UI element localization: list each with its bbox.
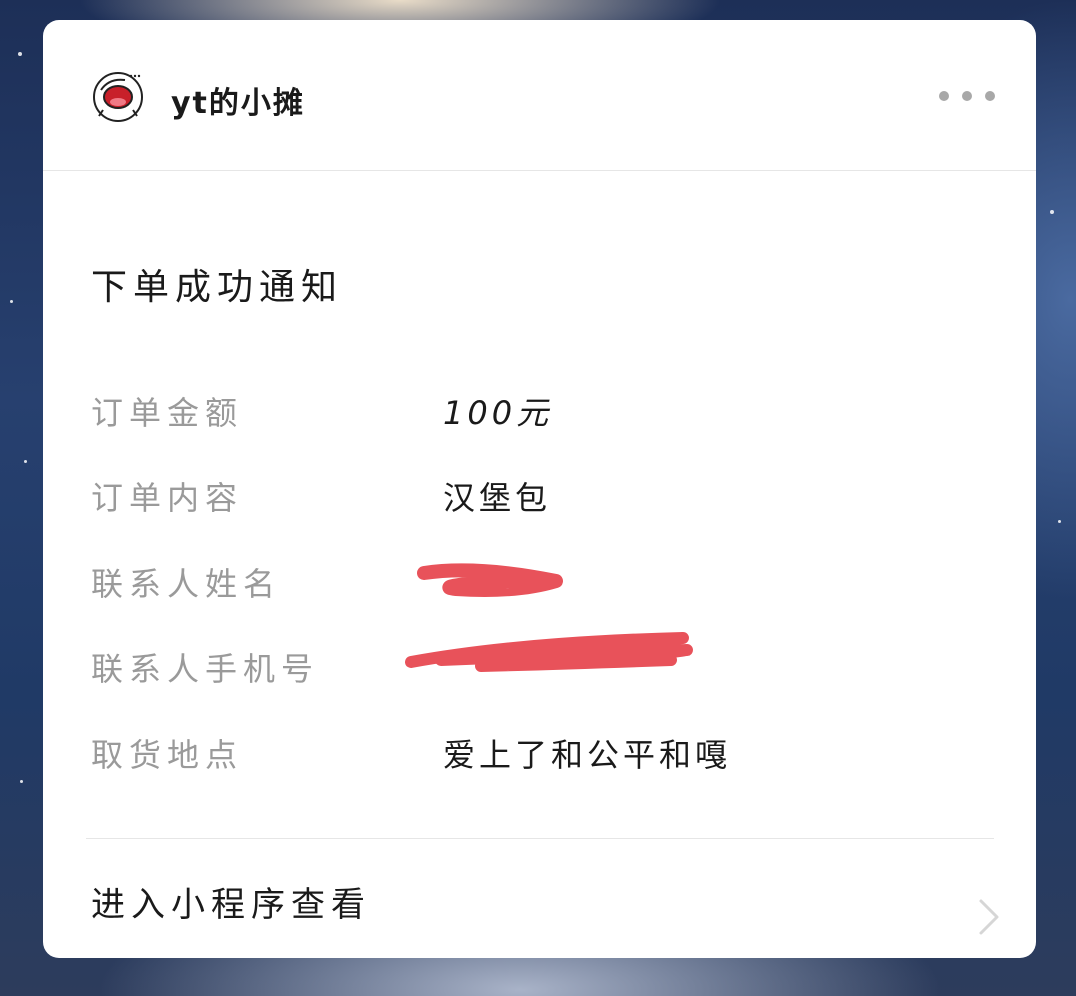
star-decoration — [1058, 520, 1061, 523]
field-value: 100元 — [443, 394, 553, 432]
more-options-button[interactable] — [939, 84, 995, 108]
star-decoration — [24, 460, 27, 463]
field-order-amount: 订单金额 100元 — [91, 388, 991, 438]
field-label: 取货地点 — [91, 736, 244, 774]
star-decoration — [10, 300, 13, 303]
chevron-right-icon — [979, 899, 999, 935]
open-mini-program-link[interactable]: 进入小程序查看 — [43, 839, 1036, 958]
field-contact-name: 联系人姓名 — [91, 559, 991, 609]
field-label: 订单内容 — [91, 479, 244, 517]
field-label: 订单金额 — [91, 394, 244, 432]
more-dots-icon — [985, 91, 995, 101]
more-dots-icon — [962, 91, 972, 101]
redaction-scribble — [405, 632, 693, 672]
star-decoration — [18, 52, 22, 56]
field-pickup-location: 取货地点 爱上了和公平和嘎 — [91, 730, 991, 780]
more-dots-icon — [939, 91, 949, 101]
cartoon-face-icon — [93, 72, 143, 122]
field-label: 联系人手机号 — [91, 650, 320, 688]
redaction-scribble — [417, 563, 563, 597]
star-decoration — [20, 780, 23, 783]
card-header: yt的小摊 — [43, 20, 1036, 171]
field-order-content: 订单内容 汉堡包 — [91, 473, 991, 523]
notification-card: yt的小摊 下单成功通知 订单金额 100元 订单内容 汉堡包 联系人姓名 联系… — [43, 20, 1036, 958]
open-mini-program-label: 进入小程序查看 — [91, 885, 371, 925]
field-contact-phone: 联系人手机号 — [91, 632, 991, 694]
notice-title: 下单成功通知 — [91, 267, 344, 308]
app-name: yt的小摊 — [171, 86, 305, 121]
avatar[interactable] — [91, 70, 145, 124]
star-decoration — [1050, 210, 1054, 214]
field-value: 爱上了和公平和嘎 — [443, 736, 732, 774]
field-label: 联系人姓名 — [91, 565, 282, 603]
field-value: 汉堡包 — [443, 479, 552, 517]
